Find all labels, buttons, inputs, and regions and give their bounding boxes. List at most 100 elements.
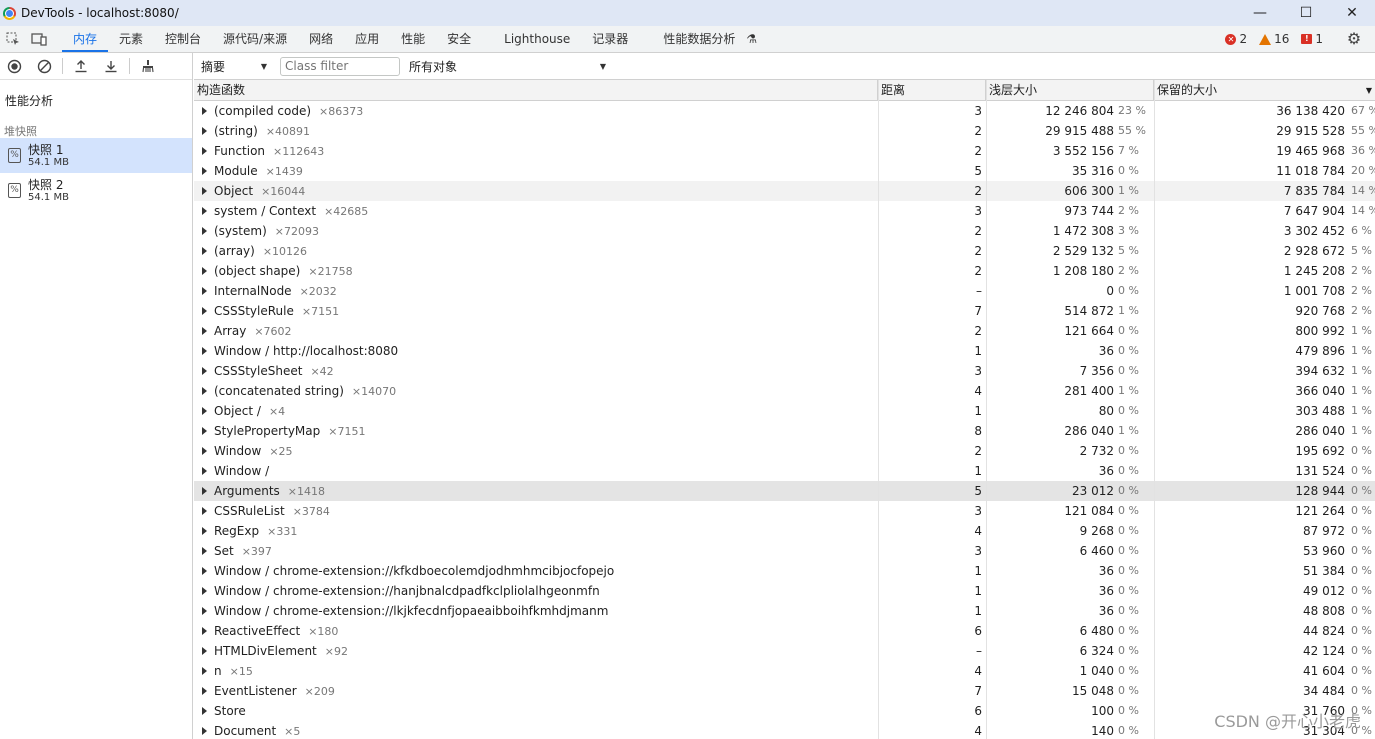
table-row[interactable]: Window / chrome-extension://hanjbnalcdpa… xyxy=(194,581,1375,601)
expand-triangle-icon[interactable] xyxy=(202,547,207,555)
table-row[interactable]: (system) ×72093 2 1 472 308 3 % 3 302 452 6 % xyxy=(194,221,1375,241)
expand-triangle-icon[interactable] xyxy=(202,707,207,715)
table-row[interactable]: Object / ×4 1 80 0 % 303 488 1 % xyxy=(194,401,1375,421)
inspect-element-icon[interactable] xyxy=(0,26,26,52)
expand-triangle-icon[interactable] xyxy=(202,687,207,695)
expand-triangle-icon[interactable] xyxy=(202,427,207,435)
perspective-select[interactable]: 摘要 ▼ xyxy=(201,58,267,75)
issue-counter[interactable]: ! 1 xyxy=(1301,32,1323,46)
expand-triangle-icon[interactable] xyxy=(202,467,207,475)
table-row[interactable]: Store 6 100 0 % 31 760 0 % xyxy=(194,701,1375,721)
tab-5[interactable]: 应用 xyxy=(344,26,390,52)
status-counters[interactable]: ✕ 2 16 ! 1 xyxy=(1225,26,1323,52)
table-row[interactable]: system / Context ×42685 3 973 744 2 % 7 647 9… xyxy=(194,201,1375,221)
expand-triangle-icon[interactable] xyxy=(202,487,207,495)
settings-gear-icon[interactable]: ⚙ xyxy=(1345,30,1363,48)
column-header-constructor[interactable]: 构造函数 xyxy=(194,80,878,101)
expand-triangle-icon[interactable] xyxy=(202,207,207,215)
expand-triangle-icon[interactable] xyxy=(202,327,207,335)
expand-triangle-icon[interactable] xyxy=(202,347,207,355)
expand-triangle-icon[interactable] xyxy=(202,167,207,175)
table-row[interactable]: (object shape) ×21758 2 1 208 180 2 % 1 245 2… xyxy=(194,261,1375,281)
tab-6[interactable]: 性能 xyxy=(390,26,436,52)
clear-all-icon[interactable] xyxy=(32,54,56,78)
table-row[interactable]: Arguments ×1418 5 23 012 0 % 128 944 0 % xyxy=(194,481,1375,501)
tab-2[interactable]: 控制台 xyxy=(154,26,212,52)
record-icon[interactable] xyxy=(2,54,26,78)
tab-3[interactable]: 源代码/来源 xyxy=(212,26,298,52)
table-row[interactable]: RegExp ×331 4 9 268 0 % 87 972 0 % xyxy=(194,521,1375,541)
expand-triangle-icon[interactable] xyxy=(202,647,207,655)
expand-triangle-icon[interactable] xyxy=(202,287,207,295)
tab-7[interactable]: 安全 xyxy=(436,26,482,52)
save-profile-icon[interactable] xyxy=(99,54,123,78)
table-row[interactable]: Set ×397 3 6 460 0 % 53 960 0 % xyxy=(194,541,1375,561)
table-row[interactable]: EventListener ×209 7 15 048 0 % 34 484 0 % xyxy=(194,681,1375,701)
table-row[interactable]: StylePropertyMap ×7151 8 286 040 1 % 286 040 1… xyxy=(194,421,1375,441)
snapshot-item-1[interactable]: % 快照 1 54.1 MB xyxy=(0,138,192,173)
minimize-button[interactable]: — xyxy=(1237,0,1283,26)
table-row[interactable]: Array ×7602 2 121 664 0 % 800 992 1 % xyxy=(194,321,1375,341)
table-row[interactable]: Function ×112643 2 3 552 156 7 % 19 465 968 36… xyxy=(194,141,1375,161)
table-row[interactable]: Object ×16044 2 606 300 1 % 7 835 784 14 % xyxy=(194,181,1375,201)
expand-triangle-icon[interactable] xyxy=(202,567,207,575)
retained-size-cell: 48 808 0 % xyxy=(1154,601,1375,621)
close-button[interactable]: ✕ xyxy=(1329,0,1375,26)
column-header-distance[interactable]: 距离 xyxy=(878,80,986,101)
snapshot-item-2[interactable]: % 快照 2 54.1 MB xyxy=(0,173,192,208)
tab-1[interactable]: 元素 xyxy=(108,26,154,52)
tab-10[interactable]: 性能数据分析 xyxy=(639,26,746,52)
maximize-button[interactable]: ☐ xyxy=(1283,0,1329,26)
table-row[interactable]: Window / chrome-extension://kfkdboecolem… xyxy=(194,561,1375,581)
table-row[interactable]: n ×15 4 1 040 0 % 41 604 0 % xyxy=(194,661,1375,681)
table-row[interactable]: (array) ×10126 2 2 529 132 5 % 2 928 672 5 % xyxy=(194,241,1375,261)
device-toolbar-icon[interactable] xyxy=(26,26,52,52)
table-row[interactable]: (string) ×40891 2 29 915 488 55 % 29 915 528 5… xyxy=(194,121,1375,141)
column-header-retained-size[interactable]: 保留的大小 ▼ xyxy=(1154,80,1375,101)
expand-triangle-icon[interactable] xyxy=(202,607,207,615)
expand-triangle-icon[interactable] xyxy=(202,507,207,515)
expand-triangle-icon[interactable] xyxy=(202,447,207,455)
table-row[interactable]: ReactiveEffect ×180 6 6 480 0 % 44 824 0 % xyxy=(194,621,1375,641)
tab-0[interactable]: 内存 xyxy=(62,26,109,52)
table-row[interactable]: CSSStyleRule ×7151 7 514 872 1 % 920 768 2 % xyxy=(194,301,1375,321)
table-row[interactable]: Window / http://localhost:8080 1 36 0 % 479 … xyxy=(194,341,1375,361)
expand-triangle-icon[interactable] xyxy=(202,627,207,635)
expand-triangle-icon[interactable] xyxy=(202,247,207,255)
table-row[interactable]: (concatenated string) ×14070 4 281 400 1 % 36… xyxy=(194,381,1375,401)
collect-garbage-icon[interactable] xyxy=(136,54,160,78)
expand-triangle-icon[interactable] xyxy=(202,727,207,735)
table-row[interactable]: HTMLDivElement ×92 – 6 324 0 % 42 124 0 % xyxy=(194,641,1375,661)
objects-filter-select[interactable]: 所有对象 ▼ xyxy=(409,58,606,75)
expand-triangle-icon[interactable] xyxy=(202,107,207,115)
column-header-shallow-size[interactable]: 浅层大小 xyxy=(986,80,1154,101)
expand-triangle-icon[interactable] xyxy=(202,387,207,395)
table-row[interactable]: Document ×5 4 140 0 % 31 304 0 % xyxy=(194,721,1375,739)
expand-triangle-icon[interactable] xyxy=(202,227,207,235)
class-filter-input[interactable] xyxy=(280,56,400,76)
expand-triangle-icon[interactable] xyxy=(202,267,207,275)
error-counter[interactable]: ✕ 2 xyxy=(1225,32,1247,46)
expand-triangle-icon[interactable] xyxy=(202,587,207,595)
load-profile-icon[interactable] xyxy=(69,54,93,78)
table-row[interactable]: Window / 1 36 0 % 131 524 0 % xyxy=(194,461,1375,481)
expand-triangle-icon[interactable] xyxy=(202,307,207,315)
warning-counter[interactable]: 16 xyxy=(1259,32,1289,46)
expand-triangle-icon[interactable] xyxy=(202,127,207,135)
expand-triangle-icon[interactable] xyxy=(202,367,207,375)
table-row[interactable]: Module ×1439 5 35 316 0 % 11 018 784 20 % xyxy=(194,161,1375,181)
table-row[interactable]: InternalNode ×2032 – 0 0 % 1 001 708 2 % xyxy=(194,281,1375,301)
table-row[interactable]: Window / chrome-extension://lkjkfecdnfjo… xyxy=(194,601,1375,621)
tab-9[interactable]: 记录器 xyxy=(581,26,639,52)
expand-triangle-icon[interactable] xyxy=(202,527,207,535)
expand-triangle-icon[interactable] xyxy=(202,407,207,415)
table-row[interactable]: (compiled code) ×86373 3 12 246 804 23 % 36 1… xyxy=(194,101,1375,121)
table-row[interactable]: CSSStyleSheet ×42 3 7 356 0 % 394 632 1 % xyxy=(194,361,1375,381)
expand-triangle-icon[interactable] xyxy=(202,147,207,155)
table-row[interactable]: Window ×25 2 2 732 0 % 195 692 0 % xyxy=(194,441,1375,461)
tab-8[interactable]: Lighthouse xyxy=(482,26,581,52)
expand-triangle-icon[interactable] xyxy=(202,187,207,195)
tab-4[interactable]: 网络 xyxy=(298,26,344,52)
table-row[interactable]: CSSRuleList ×3784 3 121 084 0 % 121 264 0 % xyxy=(194,501,1375,521)
expand-triangle-icon[interactable] xyxy=(202,667,207,675)
